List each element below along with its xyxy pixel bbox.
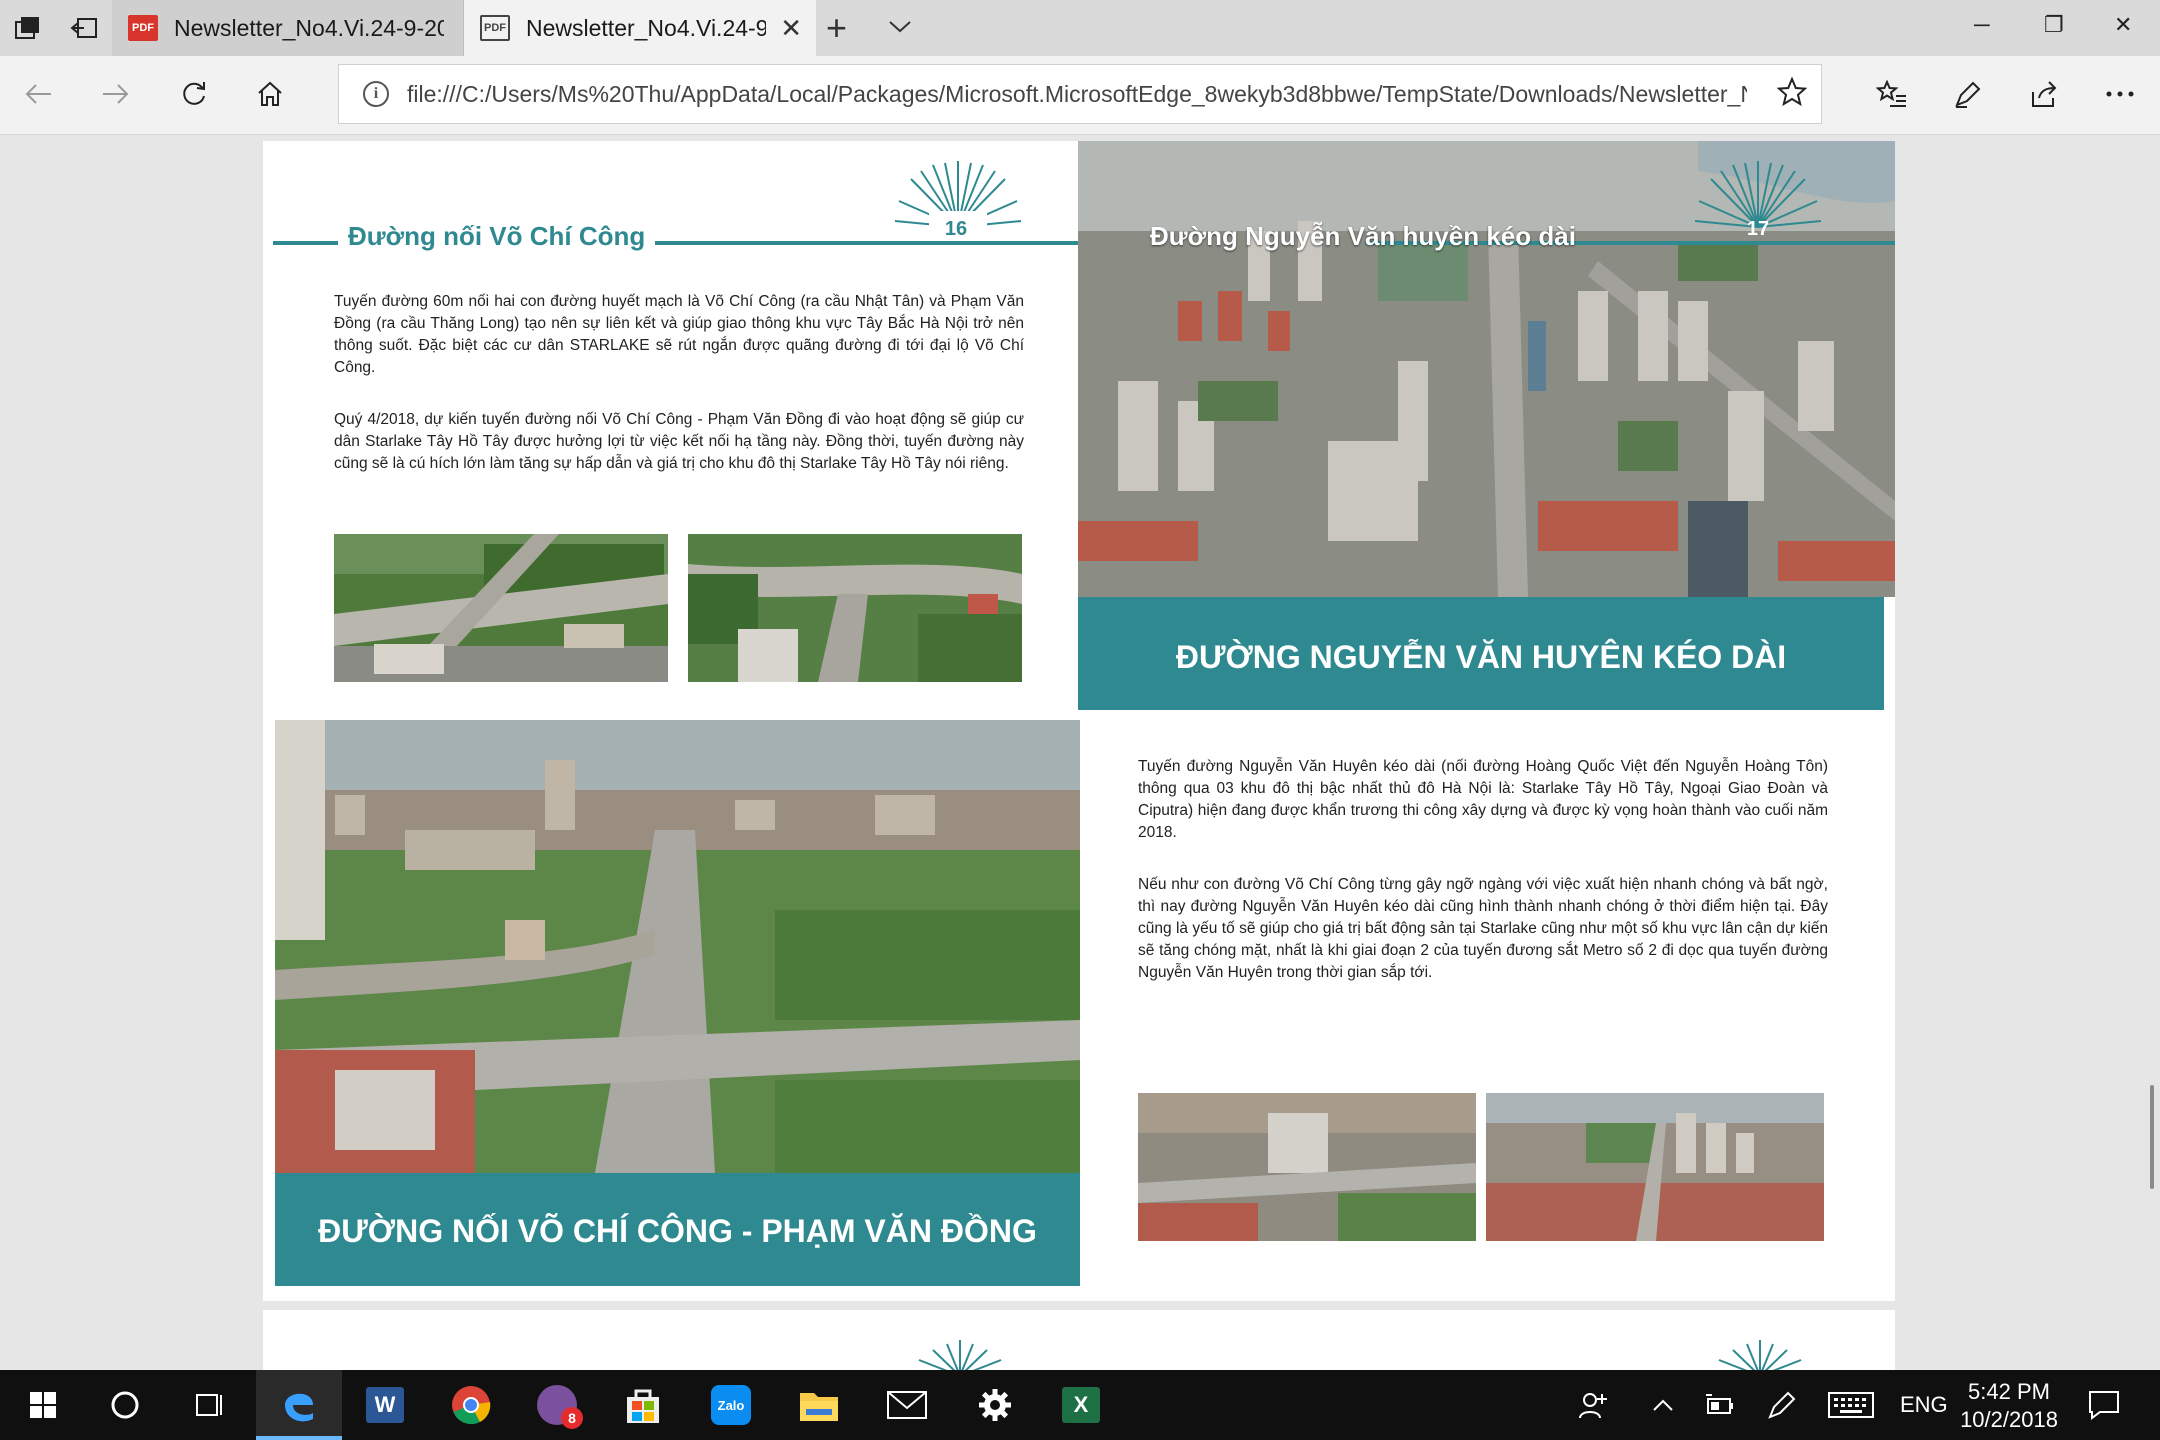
close-tab-icon[interactable]: ✕ — [780, 14, 802, 42]
home-button[interactable] — [250, 74, 290, 114]
section-title: Đường Nguyễn Văn huyền kéo dài — [1150, 221, 1576, 251]
notification-badge: 8 — [561, 1407, 583, 1429]
forward-button[interactable] — [96, 74, 136, 114]
chrome-taskbar-icon[interactable] — [428, 1370, 514, 1440]
more-menu-icon[interactable] — [2100, 74, 2140, 114]
word-taskbar-icon[interactable]: W — [342, 1370, 428, 1440]
new-tab-button[interactable]: + — [826, 10, 847, 46]
aerial-photo-intersection — [334, 534, 668, 682]
clock-date: 10/2/2018 — [1960, 1407, 2058, 1432]
section-banner: ĐƯỜNG NỐI VÕ CHÍ CÔNG - PHẠM VĂN ĐỒNG — [275, 1173, 1080, 1286]
page-number-sunburst — [1718, 1340, 1802, 1370]
pdf-page-next — [263, 1310, 1895, 1370]
store-taskbar-icon[interactable] — [600, 1370, 686, 1440]
clock[interactable]: 5:42 PM 10/2/2018 — [1944, 1378, 2074, 1434]
banner-title: ĐƯỜNG NỐI VÕ CHÍ CÔNG - PHẠM VĂN ĐỒNG — [318, 1213, 1037, 1249]
vertical-scrollbar[interactable] — [2150, 1085, 2154, 1189]
task-view-button[interactable] — [166, 1370, 252, 1440]
share-icon[interactable] — [2024, 74, 2064, 114]
excel-taskbar-icon[interactable]: X — [1038, 1370, 1124, 1440]
banner-title: ĐƯỜNG NGUYỄN VĂN HUYÊN KÉO DÀI — [1175, 639, 1787, 675]
set-aside-tabs-icon[interactable] — [56, 0, 112, 56]
page-number-sunburst — [918, 1340, 1002, 1370]
restore-button[interactable]: ❐ — [2044, 12, 2064, 38]
body-paragraph: Tuyến đường 60m nối hai con đường huyết … — [334, 293, 1024, 376]
address-bar[interactable]: i file:///C:/Users/Ms%20Thu/AppData/Loca… — [338, 64, 1822, 124]
body-paragraph: Tuyến đường Nguyễn Văn Huyên kéo dài (nố… — [1138, 758, 1828, 841]
navigation-bar: i file:///C:/Users/Ms%20Thu/AppData/Loca… — [0, 56, 2160, 135]
favorites-hub-icon[interactable] — [1872, 74, 1912, 114]
close-window-button[interactable]: ✕ — [2114, 12, 2132, 38]
pdf-icon: PDF — [480, 15, 510, 41]
tab-newsletter-2[interactable]: PDF Newsletter_No4.Vi.24-9 ✕ — [464, 0, 816, 56]
notes-pen-icon[interactable] — [1948, 74, 1988, 114]
keyboard-icon[interactable] — [1828, 1370, 1874, 1440]
viber-icon: 8 — [537, 1385, 583, 1429]
page-number: 17 — [1746, 218, 1770, 240]
body-paragraph: Quý 4/2018, dự kiến tuyến đường nối Võ C… — [334, 411, 1024, 472]
section-title: Đường nối Võ Chí Công — [338, 221, 656, 252]
tab-newsletter-1[interactable]: PDF Newsletter_No4.Vi.24-9-201 — [112, 0, 464, 56]
aerial-photo-district — [1486, 1093, 1824, 1241]
edge-taskbar-icon[interactable] — [256, 1370, 342, 1440]
language-indicator[interactable]: ENG — [1900, 1370, 1948, 1440]
tab-manager-icon[interactable] — [0, 0, 56, 56]
chevron-up-icon[interactable] — [1652, 1370, 1674, 1440]
mail-taskbar-icon[interactable] — [864, 1370, 950, 1440]
page-number: 16 — [944, 218, 968, 240]
aerial-photo-boulevard — [275, 720, 1080, 1173]
zalo-taskbar-icon[interactable]: Zalo — [688, 1370, 774, 1440]
body-paragraph: Nếu như con đường Võ Chí Công từng gây n… — [1138, 876, 1828, 981]
section-banner: ĐƯỜNG NGUYỄN VĂN HUYÊN KÉO DÀI — [1078, 597, 1884, 710]
minimize-button[interactable]: ─ — [1974, 12, 1990, 38]
title-bar: PDF Newsletter_No4.Vi.24-9-201 PDF Newsl… — [0, 0, 2160, 56]
cortana-button[interactable] — [82, 1370, 168, 1440]
info-icon[interactable]: i — [363, 81, 389, 107]
action-center-icon[interactable] — [2088, 1370, 2120, 1440]
refresh-button[interactable] — [174, 74, 214, 114]
taskbar: W 8 Zalo X ENG 5:42 PM 10/2/2018 — [0, 1370, 2160, 1440]
battery-icon[interactable] — [1704, 1370, 1736, 1440]
pdf-page: 16 Đường nối Võ Chí Công Tuyến đường 60m… — [263, 141, 1895, 1301]
pdf-icon: PDF — [128, 15, 158, 41]
aerial-photo-road — [688, 534, 1022, 682]
viber-taskbar-icon[interactable]: 8 — [514, 1370, 600, 1440]
pen-workspace-icon[interactable] — [1766, 1370, 1798, 1440]
people-icon[interactable] — [1578, 1370, 1612, 1440]
aerial-photo-construction — [1138, 1093, 1476, 1241]
favorite-star-icon[interactable] — [1776, 76, 1808, 115]
tab-title: Newsletter_No4.Vi.24-9 — [526, 14, 766, 41]
tab-title: Newsletter_No4.Vi.24-9-201 — [174, 14, 444, 41]
back-button[interactable] — [18, 74, 58, 114]
settings-taskbar-icon[interactable] — [952, 1370, 1038, 1440]
file-explorer-taskbar-icon[interactable] — [776, 1370, 862, 1440]
clock-time: 5:42 PM — [1968, 1379, 2050, 1404]
chevron-down-icon[interactable] — [888, 14, 912, 40]
pdf-viewer[interactable]: 16 Đường nối Võ Chí Công Tuyến đường 60m… — [0, 135, 2160, 1370]
start-button[interactable] — [0, 1370, 86, 1440]
url-text[interactable]: file:///C:/Users/Ms%20Thu/AppData/Local/… — [407, 81, 1747, 108]
